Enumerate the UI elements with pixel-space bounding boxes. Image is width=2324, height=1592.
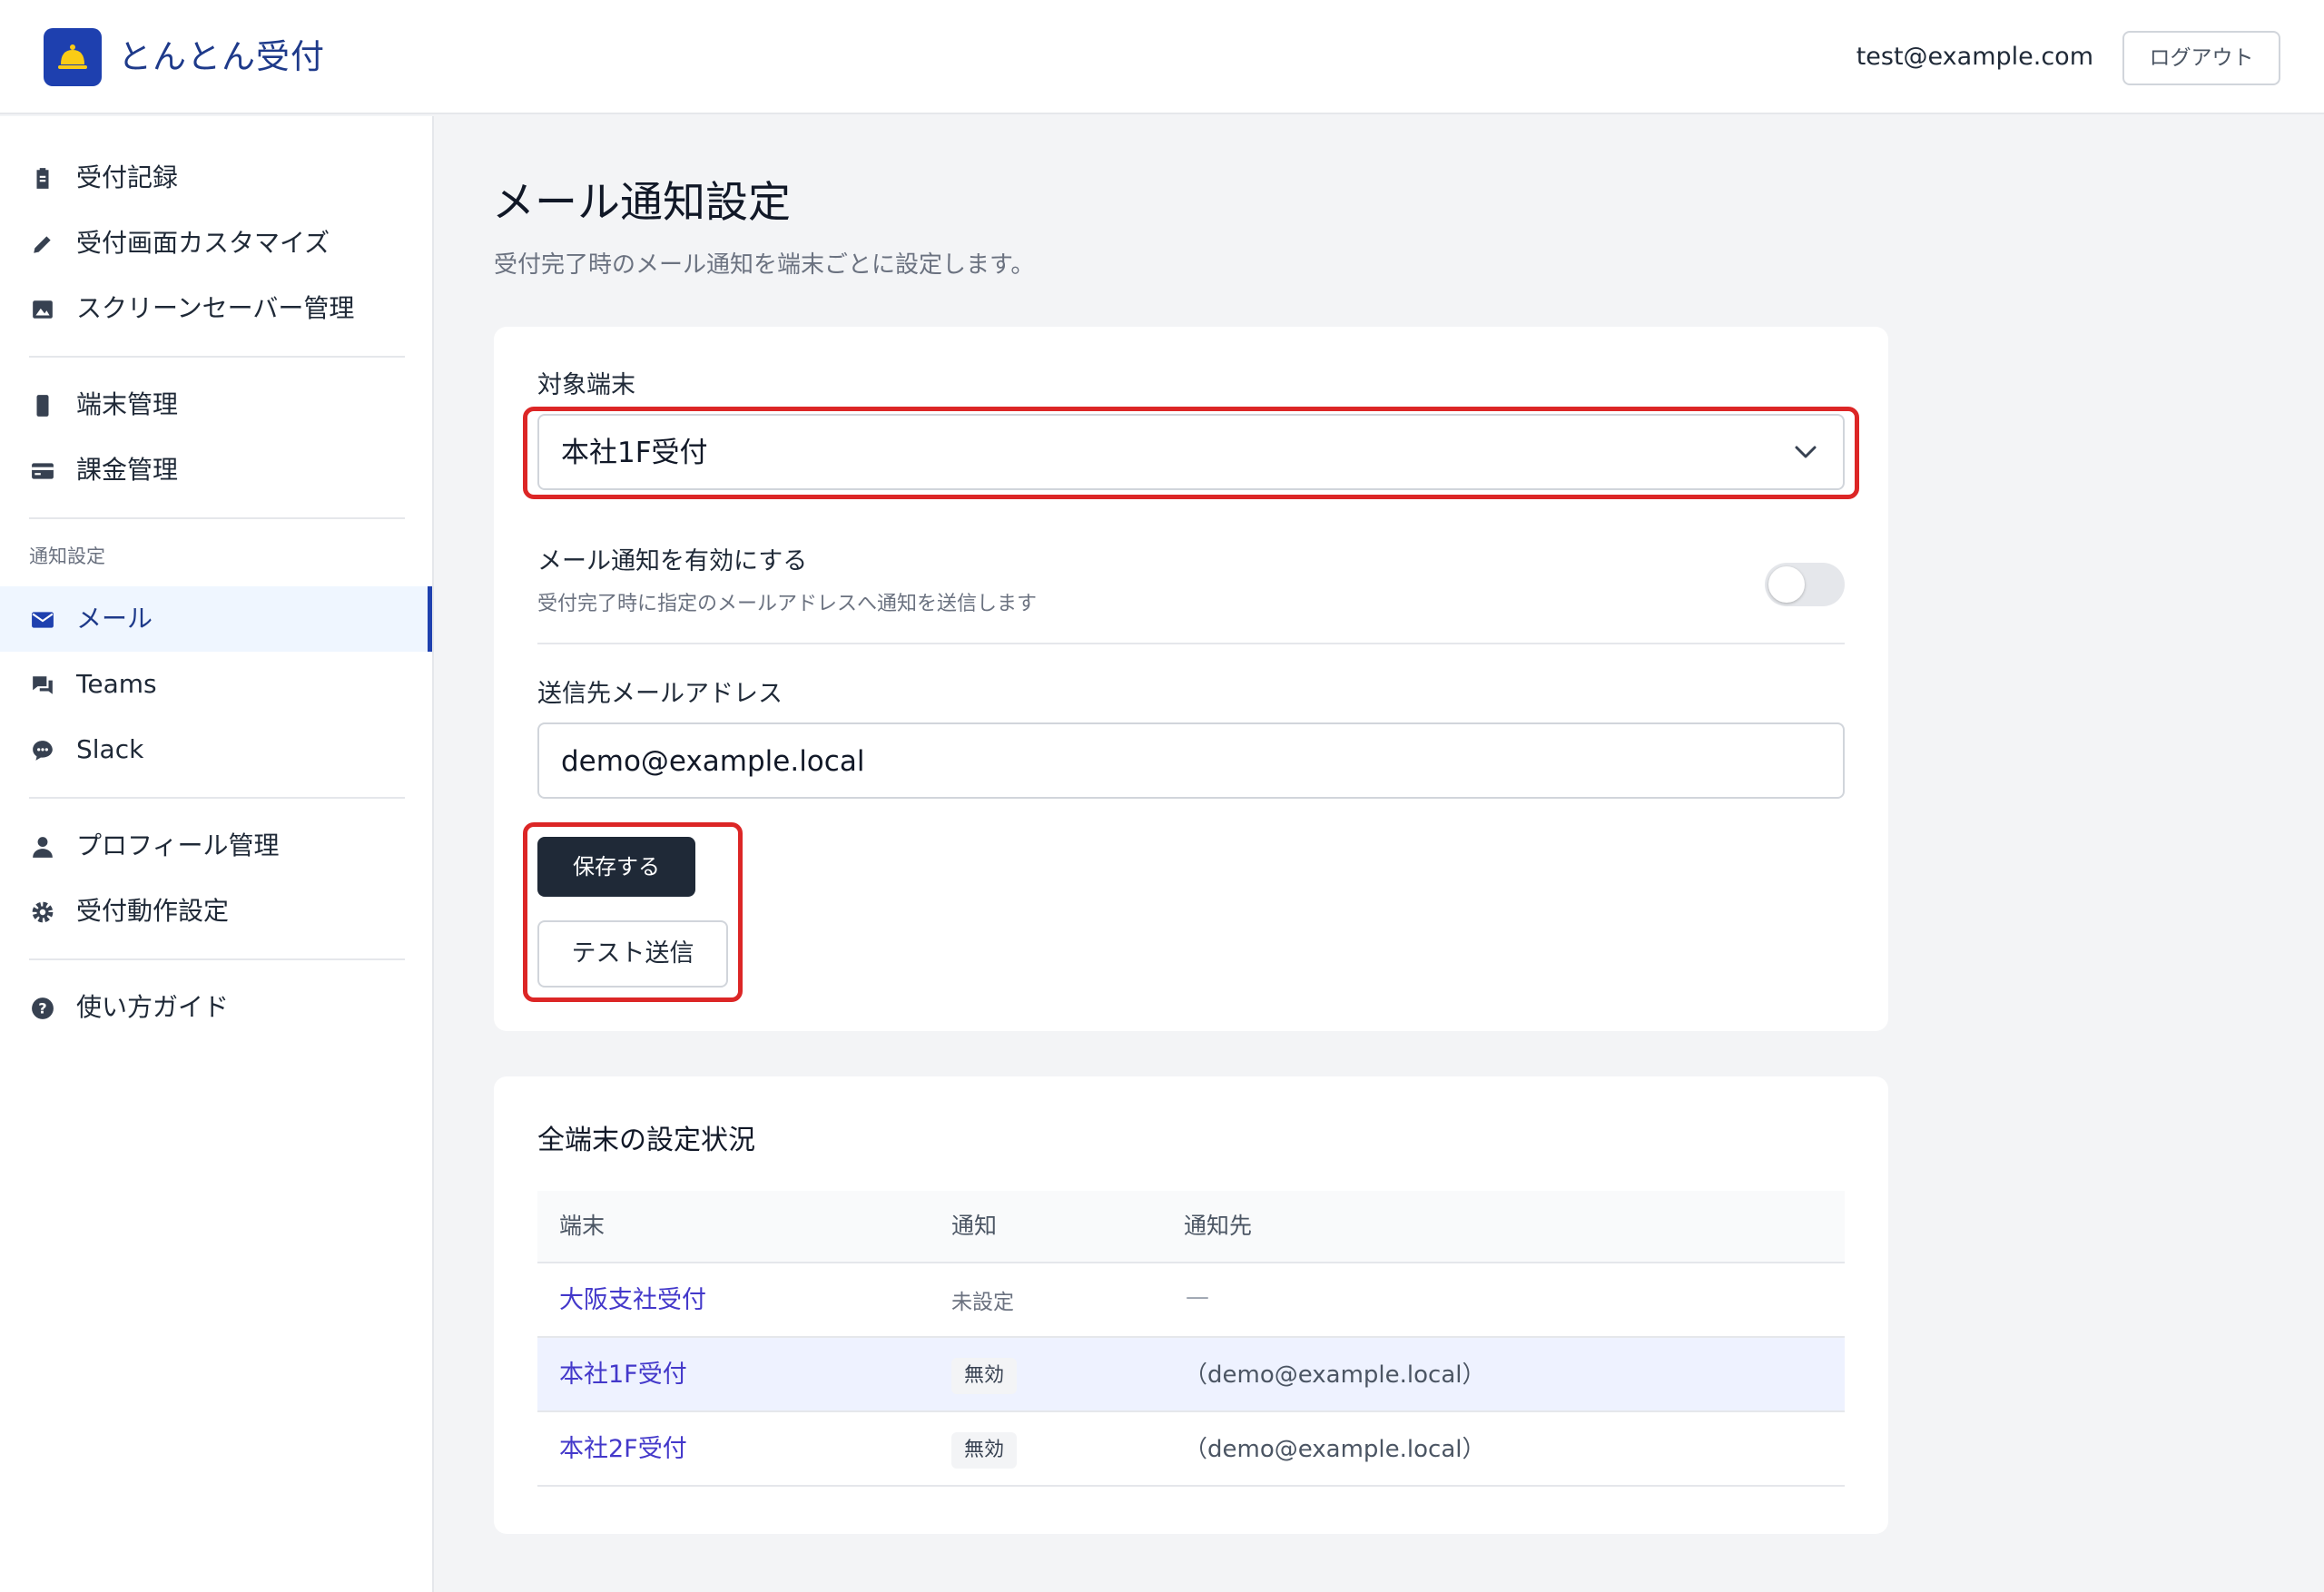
page-title: メール通知設定 bbox=[492, 178, 791, 228]
credit-card-icon bbox=[32, 463, 54, 479]
sidebar-divider bbox=[29, 356, 405, 358]
page-subtitle: 受付完了時のメール通知を端末ごとに設定します。 bbox=[494, 251, 1035, 279]
status-title: 全端末の設定状況 bbox=[537, 1125, 755, 1156]
column-header-notification: 通知 bbox=[951, 1213, 998, 1239]
sidebar-item-label: 課金管理 bbox=[76, 455, 179, 485]
sidebar-item-label: 端末管理 bbox=[76, 389, 179, 419]
user-email: test@example.com bbox=[1856, 43, 2093, 71]
email-field[interactable]: demo@example.local bbox=[537, 722, 1845, 799]
column-header-destination: 通知先 bbox=[1184, 1213, 1253, 1239]
destination-text: （demo@example.local） bbox=[1184, 1436, 1486, 1463]
sidebar-item-teams[interactable]: Teams bbox=[0, 652, 432, 717]
sidebar-item-label: プロフィール管理 bbox=[76, 830, 280, 860]
image-icon bbox=[33, 300, 53, 319]
toggle-description: 受付完了時に指定のメールアドレスへ通知を送信します bbox=[537, 593, 1038, 615]
sidebar-item-label: 受付動作設定 bbox=[76, 896, 230, 926]
sidebar-item-devices[interactable]: 端末管理 bbox=[0, 372, 432, 437]
table-row: 本社1F受付 無効 （demo@example.local） bbox=[537, 1338, 1845, 1412]
sidebar-item-mail[interactable]: メール bbox=[0, 586, 432, 652]
sidebar-divider bbox=[29, 517, 405, 519]
phone-icon bbox=[36, 395, 49, 417]
section-label-notifications: 通知設定 bbox=[29, 545, 105, 567]
settings-card: 対象端末 本社1F受付 メール通知を有効にする 受付完了時に指定のメールアドレス… bbox=[494, 327, 1888, 1031]
sidebar-item-reception-log[interactable]: 受付記録 bbox=[0, 145, 432, 211]
sidebar-item-label: スクリーンセーバー管理 bbox=[76, 293, 355, 323]
person-icon bbox=[33, 837, 53, 858]
toggle-knob bbox=[1768, 566, 1805, 603]
highlight-box-select bbox=[523, 407, 1859, 499]
sidebar-item-screensaver[interactable]: スクリーンセーバー管理 bbox=[0, 276, 432, 341]
table-row: 大阪支社受付 未設定 — bbox=[537, 1263, 1845, 1338]
device-select-label: 対象端末 bbox=[537, 371, 635, 399]
svg-text:?: ? bbox=[38, 999, 46, 1017]
device-link[interactable]: 本社2F受付 bbox=[559, 1432, 687, 1467]
sidebar-item-profile[interactable]: プロフィール管理 bbox=[0, 813, 432, 879]
mail-icon bbox=[32, 612, 54, 628]
email-field-label: 送信先メールアドレス bbox=[537, 680, 783, 708]
sidebar-item-billing[interactable]: 課金管理 bbox=[0, 437, 432, 503]
table-header: 端末 通知 通知先 bbox=[537, 1191, 1845, 1263]
highlight-box-buttons bbox=[523, 822, 743, 1002]
column-header-device: 端末 bbox=[559, 1213, 606, 1239]
sidebar-item-label: 受付記録 bbox=[76, 162, 179, 192]
destination-text: — bbox=[1186, 1283, 1209, 1311]
bell-logo-icon bbox=[44, 28, 102, 86]
device-link[interactable]: 大阪支社受付 bbox=[559, 1283, 706, 1318]
app-title[interactable]: とんとん受付 bbox=[118, 36, 325, 78]
logout-button[interactable]: ログアウト bbox=[2122, 31, 2280, 85]
mail-notification-toggle[interactable] bbox=[1765, 563, 1845, 606]
sidebar-item-customize[interactable]: 受付画面カスタマイズ bbox=[0, 211, 432, 276]
clipboard-icon bbox=[36, 168, 49, 189]
sidebar-item-reception-behavior[interactable]: 受付動作設定 bbox=[0, 879, 432, 944]
sidebar-item-label: Teams bbox=[76, 669, 157, 699]
form-divider bbox=[537, 643, 1845, 644]
table-row: 本社2F受付 無効 （demo@example.local） bbox=[537, 1412, 1845, 1487]
sidebar-item-slack[interactable]: Slack bbox=[0, 717, 432, 782]
pencil-icon bbox=[34, 236, 51, 253]
sidebar: 受付記録 受付画面カスタマイズ スクリーンセーバー管理 端末管理 課金管理 通知… bbox=[0, 116, 434, 1592]
device-link[interactable]: 本社1F受付 bbox=[559, 1358, 687, 1392]
chat-icon bbox=[33, 676, 53, 694]
email-field-value: demo@example.local bbox=[561, 745, 865, 778]
help-icon: ? bbox=[32, 997, 54, 1019]
top-header: とんとん受付 test@example.com ログアウト bbox=[0, 0, 2324, 114]
sidebar-divider bbox=[29, 797, 405, 799]
sidebar-item-label: 受付画面カスタマイズ bbox=[76, 228, 330, 258]
destination-text: （demo@example.local） bbox=[1184, 1361, 1486, 1389]
sidebar-item-label: Slack bbox=[76, 734, 144, 764]
gear-icon bbox=[32, 901, 54, 923]
status-card: 全端末の設定状況 端末 通知 通知先 大阪支社受付 未設定 — 本社1F受付 無… bbox=[494, 1076, 1888, 1534]
message-icon bbox=[33, 741, 53, 761]
status-badge: 無効 bbox=[951, 1432, 1018, 1469]
sidebar-item-guide[interactable]: ? 使い方ガイド bbox=[0, 975, 432, 1040]
toggle-title: メール通知を有効にする bbox=[537, 547, 808, 575]
sidebar-item-label: 使い方ガイド bbox=[76, 992, 230, 1022]
sidebar-divider bbox=[29, 958, 405, 960]
status-text: 未設定 bbox=[951, 1291, 1014, 1314]
status-badge: 無効 bbox=[951, 1358, 1018, 1394]
sidebar-item-label: メール bbox=[76, 604, 153, 634]
